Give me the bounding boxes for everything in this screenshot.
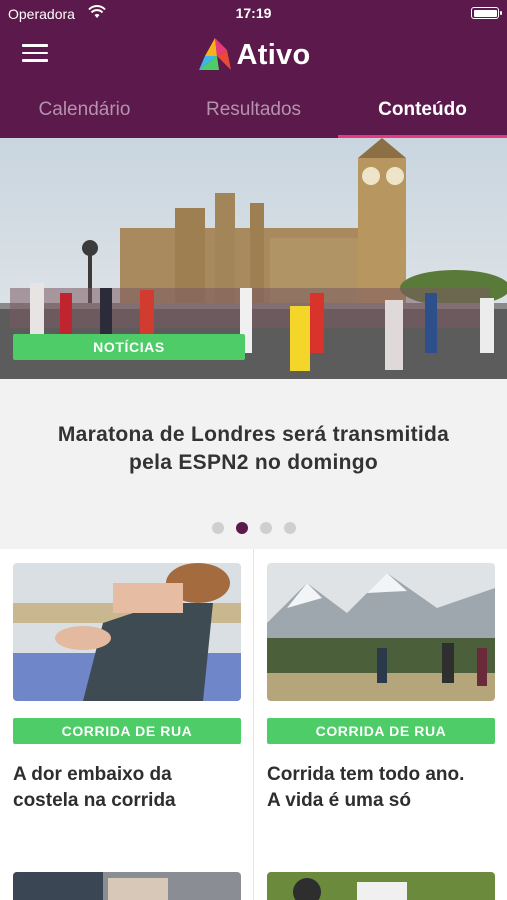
featured-title-line-2: pela ESPN2 no domingo	[129, 451, 378, 474]
pager-dot-4[interactable]	[283, 522, 296, 534]
ativo-logo-icon	[198, 38, 231, 70]
article-title-line-2: A vida é uma só	[267, 790, 411, 811]
featured-title-line-1: Maratona de Londres será transmitida	[57, 423, 450, 446]
article-card[interactable]: CORRIDA DE RUA Corrida tem todo ano. A v…	[267, 563, 495, 814]
article-card-partial[interactable]	[13, 872, 241, 900]
article-title[interactable]: A dor embaixo da costela na corrida	[13, 762, 241, 814]
clock: 17:19	[235, 5, 272, 21]
article-title[interactable]: Corrida tem todo ano. A vida é uma só	[267, 762, 495, 814]
pager-dot-3[interactable]	[259, 522, 272, 534]
article-title-line-1: A dor embaixo da	[13, 764, 172, 785]
tab-conteudo[interactable]: Conteúdo	[338, 82, 507, 138]
article-card[interactable]: CORRIDA DE RUA A dor embaixo da costela …	[13, 563, 241, 814]
featured-title[interactable]: Maratona de Londres será transmitida pel…	[20, 421, 487, 477]
featured-category-badge: NOTÍCIAS	[13, 334, 245, 360]
tab-bar: Calendário Resultados Conteúdo	[0, 82, 507, 138]
pager-dot-2[interactable]	[235, 522, 248, 534]
grid-divider	[253, 549, 254, 900]
app-header: Ativo	[0, 28, 507, 82]
article-thumbnail[interactable]	[267, 563, 495, 701]
battery-icon	[471, 7, 502, 19]
article-category-badge: CORRIDA DE RUA	[267, 718, 495, 744]
pager-dot-1[interactable]	[211, 522, 224, 534]
article-thumbnail[interactable]	[13, 563, 241, 701]
tab-calendario[interactable]: Calendário	[0, 82, 169, 138]
app-logo: Ativo	[0, 28, 507, 82]
app-name: Ativo	[236, 38, 311, 71]
status-bar: Operadora 17:19	[0, 0, 507, 28]
article-card-partial[interactable]	[267, 872, 495, 900]
carousel-pager	[0, 522, 507, 534]
featured-caption[interactable]: Maratona de Londres será transmitida pel…	[0, 379, 507, 549]
tab-resultados[interactable]: Resultados	[169, 82, 338, 138]
article-title-line-1: Corrida tem todo ano.	[267, 764, 465, 785]
article-title-line-2: costela na corrida	[13, 790, 176, 811]
article-category-badge: CORRIDA DE RUA	[13, 718, 241, 744]
